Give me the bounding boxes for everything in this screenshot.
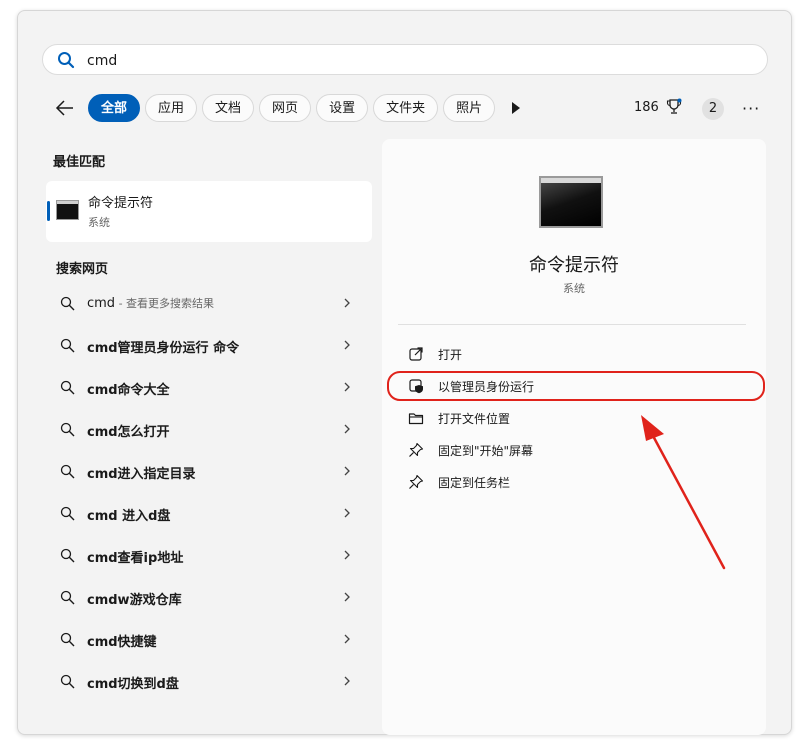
- suggestion-text: cmd查看ip地址: [87, 551, 184, 566]
- annotation-highlight-box: [387, 371, 765, 401]
- best-match-name: 命令提示符: [88, 196, 154, 211]
- details-app-name: 命令提示符: [529, 255, 619, 276]
- actions-list: 打开 以管理员身份运行 打开文件位置 固定到"开始"屏幕 固定到任务栏: [402, 338, 752, 498]
- search-icon: [60, 590, 75, 605]
- pin-icon: [409, 442, 424, 457]
- search-icon: [60, 464, 75, 479]
- search-icon: [60, 338, 75, 353]
- command-prompt-large-icon: [539, 176, 603, 228]
- more-filters-play-icon[interactable]: [512, 102, 520, 114]
- search-input[interactable]: [85, 49, 729, 73]
- suggestion-hint: - 查看更多搜索结果: [115, 297, 215, 310]
- command-prompt-icon: [56, 200, 79, 220]
- open-external-icon: [409, 347, 423, 361]
- tab-documents[interactable]: 文档: [202, 94, 255, 122]
- search-icon: [60, 296, 75, 311]
- suggestion-text: cmd怎么打开: [87, 425, 170, 440]
- list-item[interactable]: cmd进入指定目录: [46, 450, 372, 492]
- tab-all[interactable]: 全部: [88, 94, 141, 122]
- best-match-item[interactable]: 命令提示符 系统: [46, 181, 372, 242]
- chevron-right-icon: [344, 676, 350, 686]
- open-file-location-action[interactable]: 打开文件位置: [402, 402, 752, 434]
- chevron-right-icon: [344, 550, 350, 560]
- more-options-button[interactable]: ···: [742, 99, 760, 118]
- search-icon: [60, 674, 75, 689]
- pin-to-taskbar-action[interactable]: 固定到任务栏: [402, 466, 752, 498]
- chevron-right-icon: [344, 634, 350, 644]
- list-item[interactable]: cmd快捷键: [46, 618, 372, 660]
- best-match-type: 系统: [88, 216, 110, 229]
- details-app-type: 系统: [563, 282, 585, 295]
- chevron-right-icon: [344, 298, 350, 308]
- tab-apps[interactable]: 应用: [145, 94, 198, 122]
- list-item[interactable]: cmd怎么打开: [46, 408, 372, 450]
- list-item[interactable]: cmd命令大全: [46, 366, 372, 408]
- search-icon: [60, 632, 75, 647]
- details-pane: 命令提示符 系统 打开 以管理员身份运行 打开文件位置 固定到"开始"屏幕 固定…: [382, 139, 766, 735]
- open-file-location-label: 打开文件位置: [438, 412, 511, 426]
- suggestion-text: cmd 进入d盘: [87, 509, 171, 524]
- filter-tabs: 全部 应用 文档 网页 设置 文件夹 照片: [88, 94, 496, 122]
- pin-to-start-label: 固定到"开始"屏幕: [438, 444, 534, 458]
- rewards-points: 186: [634, 100, 659, 115]
- suggestion-text: cmd快捷键: [87, 635, 157, 650]
- suggestion-text: cmd - 查看更多搜索结果: [87, 295, 214, 311]
- suggestion-text: cmd命令大全: [87, 383, 170, 398]
- suggestion-text: cmd进入指定目录: [87, 467, 196, 482]
- chevron-right-icon: [344, 592, 350, 602]
- list-item[interactable]: cmd - 查看更多搜索结果: [46, 282, 372, 324]
- pin-to-taskbar-label: 固定到任务栏: [438, 476, 511, 490]
- folder-icon: [408, 413, 424, 425]
- chevron-right-icon: [344, 340, 350, 350]
- suggestion-text: cmd管理员身份运行 命令: [87, 341, 240, 356]
- suggestion-query: cmd: [87, 296, 116, 311]
- list-item[interactable]: cmdw游戏仓库: [46, 576, 372, 618]
- search-icon: [60, 380, 75, 395]
- divider: [398, 324, 746, 325]
- search-box[interactable]: [42, 44, 768, 75]
- tab-folders[interactable]: 文件夹: [373, 94, 439, 122]
- trophy-icon[interactable]: [666, 98, 682, 116]
- chevron-right-icon: [344, 382, 350, 392]
- best-match-title: 最佳匹配: [53, 155, 106, 170]
- list-item[interactable]: cmd查看ip地址: [46, 534, 372, 576]
- list-item[interactable]: cmd切换到d盘: [46, 660, 372, 702]
- chevron-right-icon: [344, 508, 350, 518]
- tab-settings[interactable]: 设置: [316, 94, 369, 122]
- list-item[interactable]: cmd管理员身份运行 命令: [46, 324, 372, 366]
- search-icon: [58, 52, 75, 69]
- web-suggestions-list: cmd - 查看更多搜索结果 cmd管理员身份运行 命令 cmd命令大全 cmd…: [46, 282, 372, 702]
- search-icon: [60, 506, 75, 521]
- tab-photos[interactable]: 照片: [443, 94, 496, 122]
- suggestion-text: cmd切换到d盘: [87, 677, 179, 692]
- search-icon: [60, 548, 75, 563]
- list-item[interactable]: cmd 进入d盘: [46, 492, 372, 534]
- selection-indicator: [47, 201, 50, 221]
- account-badge[interactable]: 2: [702, 98, 724, 120]
- tab-web[interactable]: 网页: [259, 94, 312, 122]
- search-icon: [60, 422, 75, 437]
- suggestion-text: cmdw游戏仓库: [87, 593, 182, 608]
- pin-icon: [409, 474, 424, 489]
- chevron-right-icon: [344, 466, 350, 476]
- open-label: 打开: [438, 348, 463, 362]
- chevron-right-icon: [344, 424, 350, 434]
- open-action[interactable]: 打开: [402, 338, 752, 370]
- back-arrow-icon[interactable]: [54, 97, 76, 119]
- web-search-title: 搜索网页: [56, 262, 109, 277]
- pin-to-start-action[interactable]: 固定到"开始"屏幕: [402, 434, 752, 466]
